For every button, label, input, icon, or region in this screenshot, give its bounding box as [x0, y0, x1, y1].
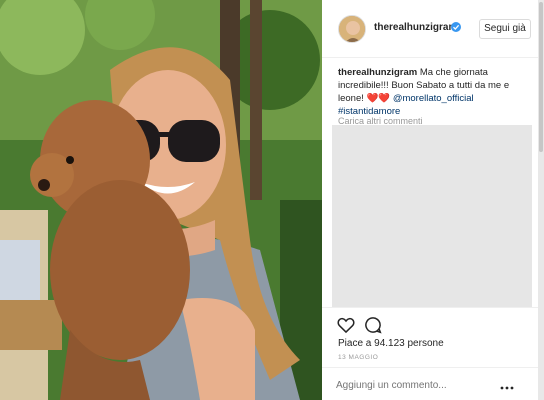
post-photo[interactable] — [0, 0, 322, 400]
avatar-image — [339, 16, 365, 42]
more-options-icon[interactable] — [500, 379, 514, 390]
likes-count[interactable]: Piace a 94.123 persone — [338, 338, 444, 349]
comment-input[interactable] — [336, 376, 496, 394]
add-comment-section — [322, 367, 538, 400]
scrollbar[interactable] — [538, 0, 544, 400]
follow-button[interactable]: Segui già — [479, 19, 531, 39]
post-header: therealhunzigram Segui già — [322, 0, 538, 58]
comment-icon[interactable] — [363, 315, 383, 335]
post-modal: therealhunzigram Segui già therealhunzig… — [0, 0, 544, 400]
caption-emoji: ❤️❤️ — [366, 93, 391, 104]
caption-username[interactable]: therealhunzigram — [338, 67, 417, 78]
scrollbar-thumb[interactable] — [539, 2, 543, 152]
verified-badge-icon — [451, 22, 461, 32]
post-actions: Piace a 94.123 persone 13 MAGGIO — [322, 307, 538, 367]
username[interactable]: therealhunzigram — [374, 22, 457, 33]
post-date: 13 MAGGIO — [338, 354, 379, 361]
comments-list — [332, 125, 532, 307]
photo-illustration — [0, 0, 322, 400]
post-side-panel: therealhunzigram Segui già therealhunzig… — [322, 0, 544, 400]
heart-icon[interactable] — [336, 315, 356, 335]
caption-mention[interactable]: @morellato_official — [393, 93, 474, 104]
post-caption: therealhunzigram Ma che giornata incredi… — [338, 66, 532, 118]
avatar[interactable] — [338, 15, 366, 43]
